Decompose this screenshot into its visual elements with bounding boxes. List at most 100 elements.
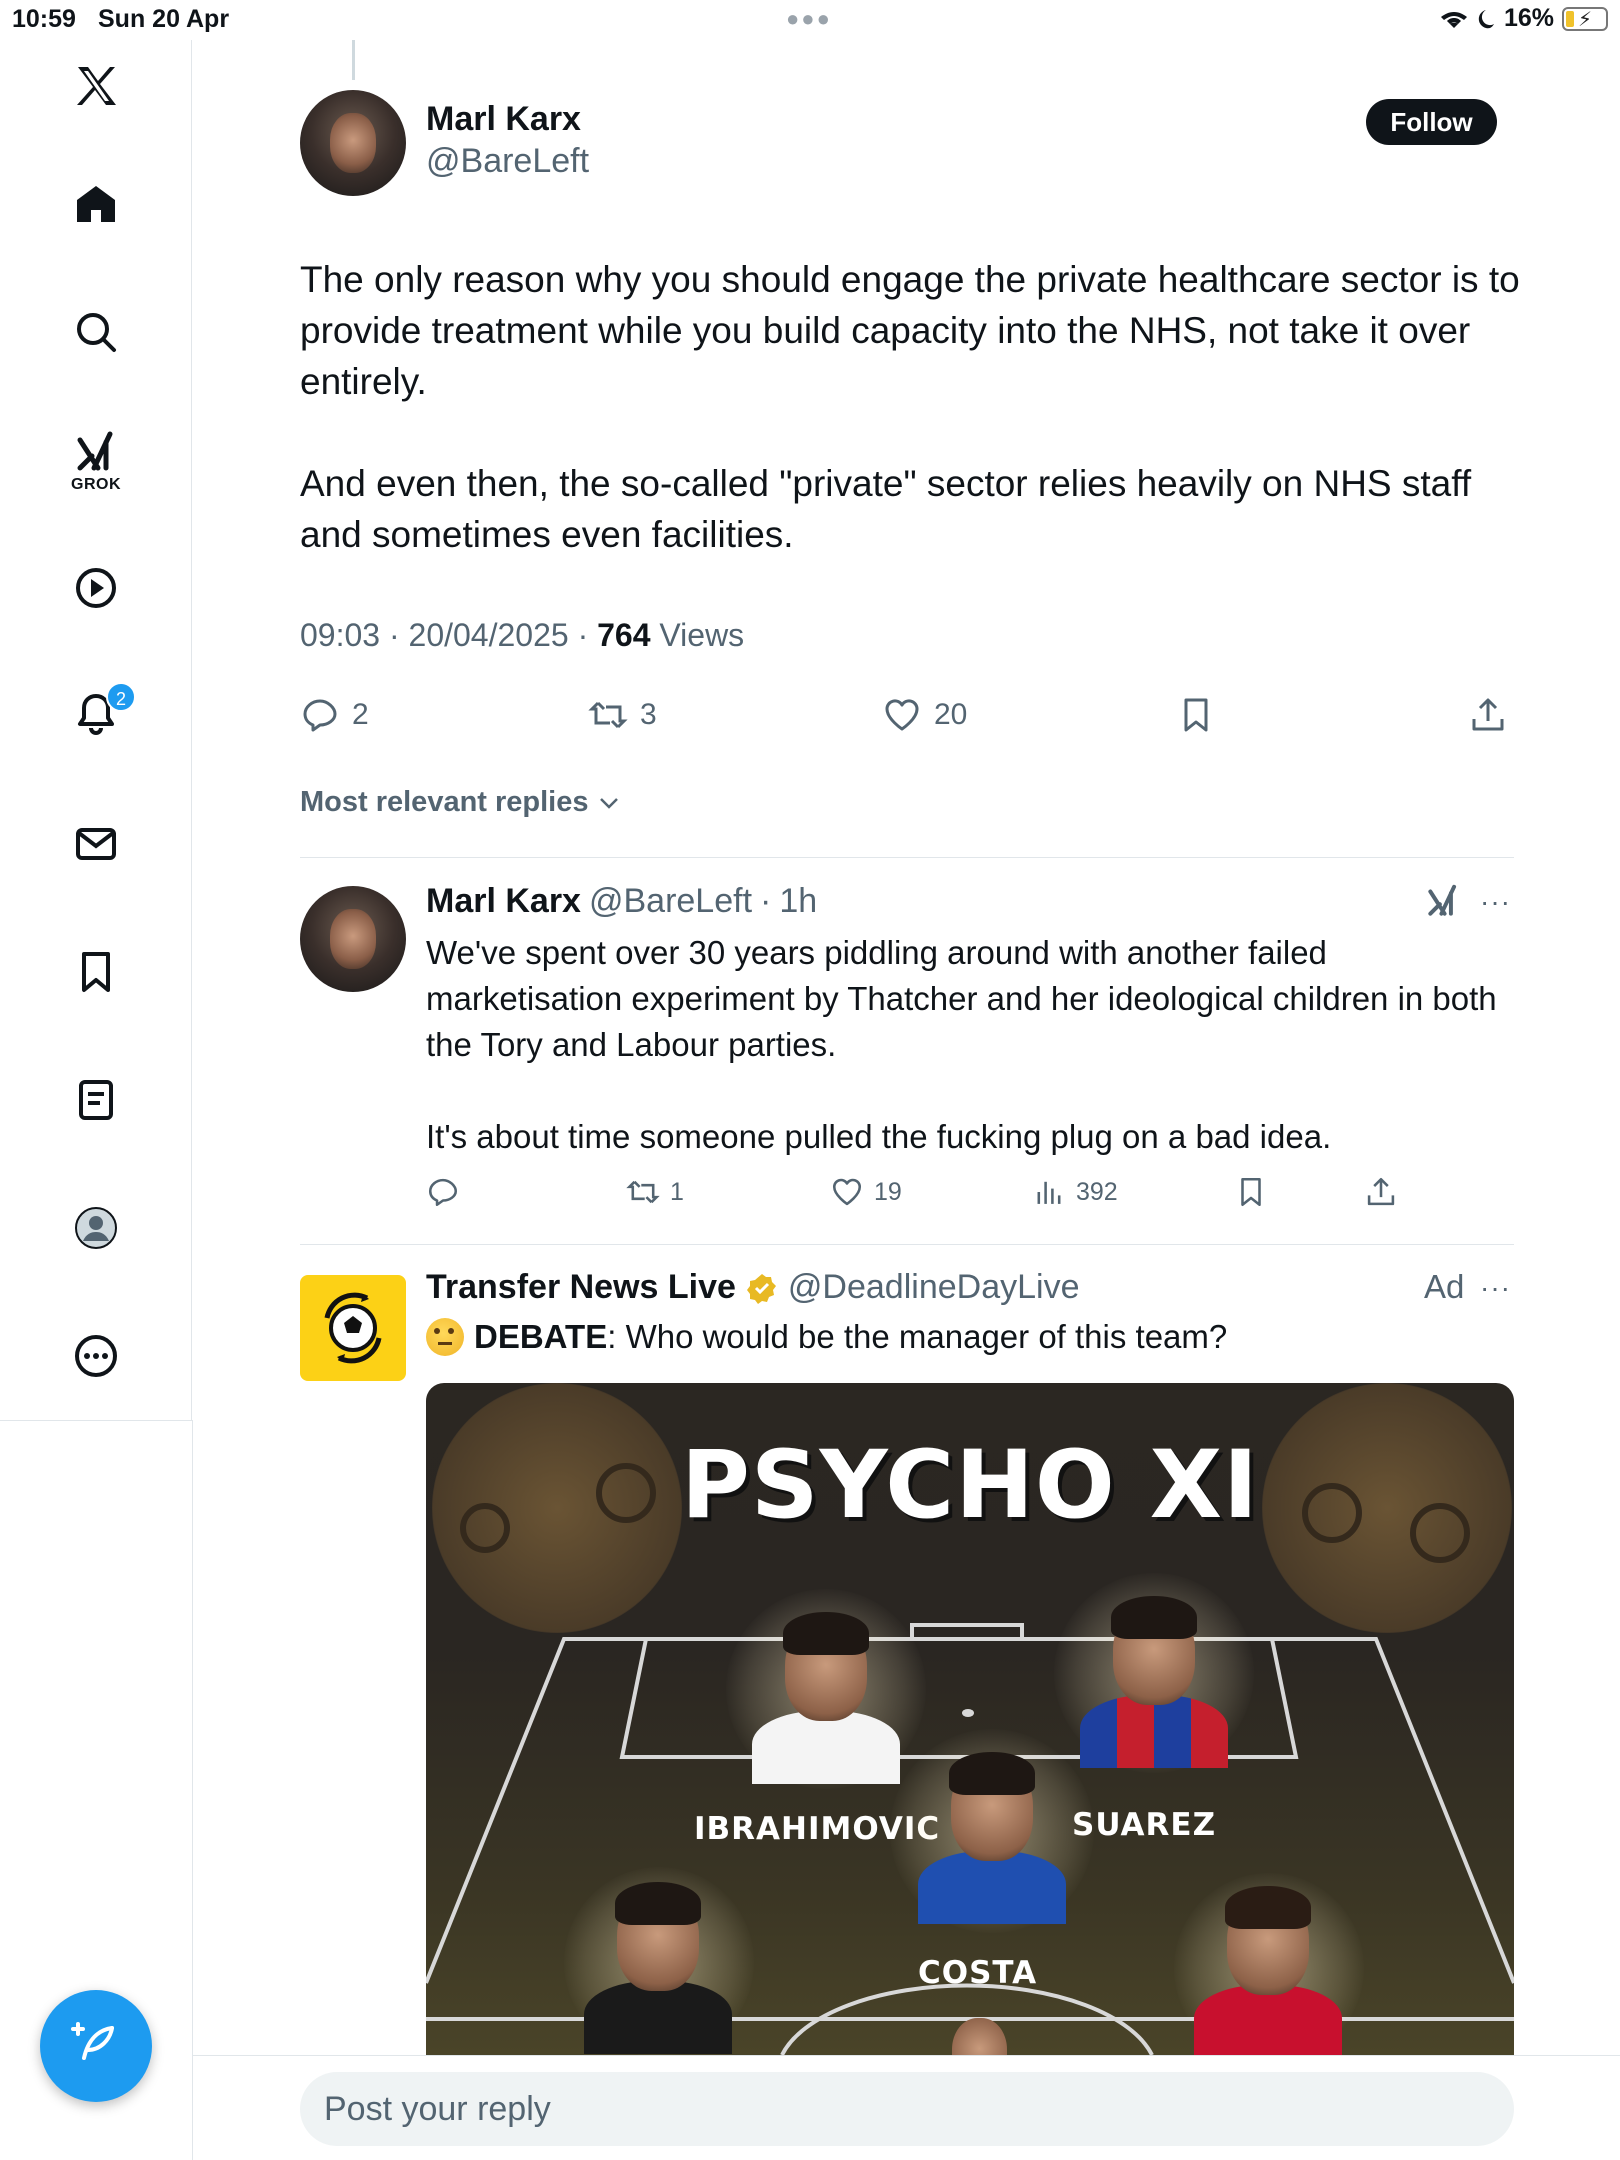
ad-author-name[interactable]: Transfer News Live xyxy=(426,1268,736,1307)
reply-more-icon[interactable]: ··· xyxy=(1480,886,1511,918)
sidebar: GROK 2 xyxy=(0,40,192,1420)
reply-icon xyxy=(428,1178,458,1207)
column-divider xyxy=(192,1420,193,2160)
player-label-costa: COSTA xyxy=(918,1955,1038,1991)
reply-repost-action[interactable]: 1 xyxy=(626,1175,684,1209)
ad-label: Ad xyxy=(1424,1268,1465,1305)
reply-author-handle[interactable]: @BareLeft xyxy=(589,882,752,921)
reply-author-name[interactable]: Marl Karx xyxy=(426,882,581,921)
analytics-icon xyxy=(1037,1181,1061,1204)
profile-icon[interactable] xyxy=(0,1204,192,1252)
reply-paragraph-1: We've spent over 30 years piddling aroun… xyxy=(426,934,1497,1063)
battery-icon: ⚡ xyxy=(1562,6,1608,31)
video-icon[interactable] xyxy=(0,564,192,612)
grok-explain-icon[interactable] xyxy=(1424,882,1462,925)
views-count: 764 xyxy=(597,617,651,653)
bookmark-action[interactable] xyxy=(1176,690,1216,740)
thread-connector xyxy=(352,40,355,80)
thinking-face-icon xyxy=(426,1318,464,1356)
tweet-paragraph-1: The only reason why you should engage th… xyxy=(300,259,1520,402)
tweet-date[interactable]: 20/04/2025 xyxy=(409,617,569,653)
reply-views-action[interactable]: 392 xyxy=(1032,1175,1118,1209)
compose-post-button[interactable] xyxy=(40,1990,152,2102)
reply-action[interactable]: 2 xyxy=(300,690,369,740)
multitasking-dots-icon[interactable]: ●●● xyxy=(786,6,832,32)
compose-feather-icon xyxy=(71,2022,114,2060)
battery-percent: 16% xyxy=(1503,4,1554,32)
x-logo-icon[interactable] xyxy=(0,62,192,110)
notifications-badge: 2 xyxy=(106,682,136,712)
lists-icon[interactable] xyxy=(0,1076,192,1124)
repost-count: 3 xyxy=(640,698,657,731)
reply-header: Marl Karx @BareLeft · 1h xyxy=(426,882,818,921)
player-gattuso xyxy=(576,1879,740,2055)
repost-icon xyxy=(588,701,628,729)
debate-label: DEBATE xyxy=(474,1318,608,1355)
like-count: 20 xyxy=(934,698,968,731)
notifications-icon[interactable]: 2 xyxy=(0,682,192,738)
ad-text: DEBATE: Who would be the manager of this… xyxy=(426,1318,1227,1356)
share-icon xyxy=(1472,698,1504,731)
ad-more-icon[interactable]: ··· xyxy=(1480,1272,1511,1304)
ad-author-handle[interactable]: @DeadlineDayLive xyxy=(788,1268,1080,1307)
views-label: Views xyxy=(659,617,745,653)
status-date: Sun 20 Apr xyxy=(98,5,230,33)
reply-composer xyxy=(193,2055,1620,2160)
bookmark-icon xyxy=(1184,698,1208,732)
tweet-meta: 09:03 · 20/04/2025 · 764 Views xyxy=(300,617,745,653)
tweet-body: The only reason why you should engage th… xyxy=(300,254,1530,611)
bookmarks-icon[interactable] xyxy=(0,948,192,996)
chevron-down-icon xyxy=(599,797,618,809)
heart-icon xyxy=(885,699,919,731)
status-bar: 10:59 Sun 20 Apr ●●● 16% ⚡ xyxy=(0,0,1620,40)
search-icon[interactable] xyxy=(0,308,192,356)
author-avatar[interactable] xyxy=(300,90,406,196)
reply-author-avatar[interactable] xyxy=(300,886,406,992)
grok-nav[interactable]: GROK xyxy=(0,428,192,494)
bookmark-icon xyxy=(1241,1177,1261,1207)
player-suarez xyxy=(1072,1593,1236,1769)
player-keane xyxy=(1186,1883,1350,2055)
player-ibrahimovic xyxy=(744,1609,908,1785)
reply-time[interactable]: 1h xyxy=(779,882,817,921)
replies-sort-dropdown[interactable]: Most relevant replies xyxy=(300,786,621,819)
tweet-paragraph-2: And even then, the so-called "private" s… xyxy=(300,463,1472,555)
reply-like-count: 19 xyxy=(874,1177,902,1206)
reply-like-action[interactable]: 19 xyxy=(830,1175,902,1209)
ad-image[interactable]: PSYCHO XI IBRAHIMOVIC SUAREZ COSTA xyxy=(426,1383,1514,2055)
reply-views-count: 392 xyxy=(1076,1177,1118,1206)
repost-action[interactable]: 3 xyxy=(588,690,657,740)
grok-icon xyxy=(77,431,113,471)
status-time: 10:59 xyxy=(12,5,76,33)
more-icon[interactable] xyxy=(0,1332,192,1380)
reply-bookmark-action[interactable] xyxy=(1234,1175,1268,1209)
divider xyxy=(300,1244,1514,1245)
follow-button[interactable]: Follow xyxy=(1366,99,1497,145)
tweet-time[interactable]: 09:03 xyxy=(300,617,380,653)
author-name[interactable]: Marl Karx xyxy=(426,100,581,139)
wifi-icon xyxy=(1440,11,1467,28)
player-costa xyxy=(910,1749,1074,1925)
home-icon[interactable] xyxy=(0,180,192,228)
reply-input[interactable] xyxy=(300,2072,1514,2146)
ad-image-title: PSYCHO XI xyxy=(680,1431,1260,1540)
moon-icon xyxy=(1478,9,1494,28)
ad-author-avatar[interactable] xyxy=(300,1275,406,1381)
like-action[interactable]: 20 xyxy=(882,690,967,740)
share-action[interactable] xyxy=(1468,690,1508,740)
reply-reply-action[interactable] xyxy=(426,1175,460,1209)
status-indicators: 16% ⚡ xyxy=(1440,4,1608,33)
grok-label: GROK xyxy=(71,476,121,493)
reply-count: 2 xyxy=(352,698,369,731)
messages-icon[interactable] xyxy=(0,820,192,868)
author-handle[interactable]: @BareLeft xyxy=(426,142,589,181)
sidebar-divider xyxy=(0,1420,192,1421)
heart-icon xyxy=(832,1178,862,1206)
verified-badge-icon xyxy=(746,1273,776,1304)
share-icon xyxy=(1367,1177,1395,1206)
reply-body: We've spent over 30 years piddling aroun… xyxy=(426,930,1526,1206)
ad-header: Transfer News Live @DeadlineDayLive xyxy=(426,1268,1079,1307)
repost-icon xyxy=(626,1180,660,1204)
reply-share-action[interactable] xyxy=(1364,1175,1398,1209)
reply-icon xyxy=(303,699,337,732)
